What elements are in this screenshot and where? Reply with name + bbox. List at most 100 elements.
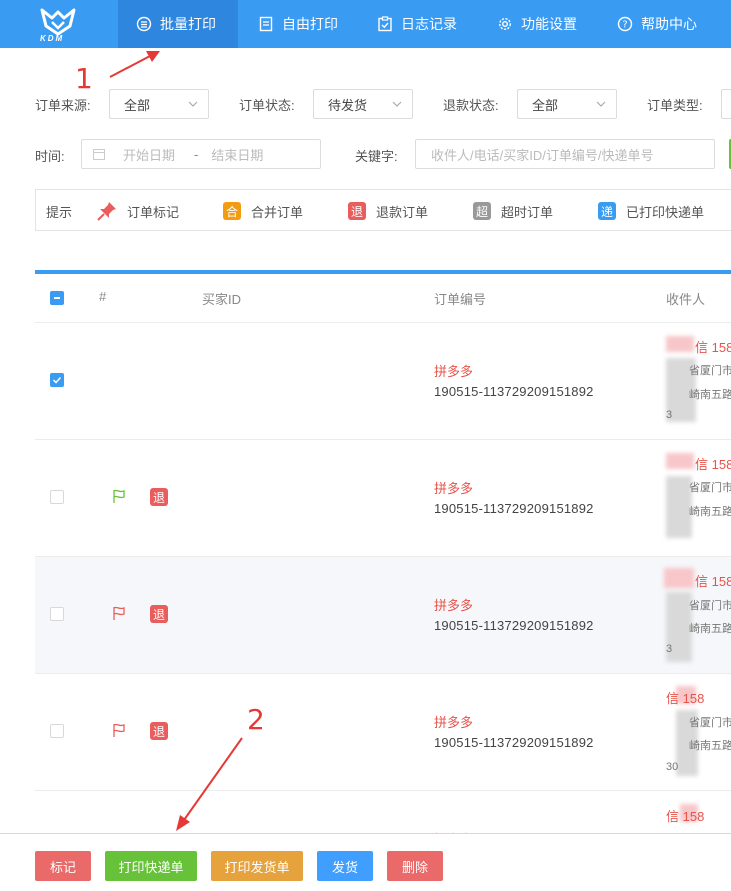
- nav-log-records-label: 日志记录: [401, 16, 457, 32]
- bottom-action-bar: 标记 打印快递单 打印发货单 发货 删除: [0, 833, 731, 891]
- order-platform: 拼多多: [434, 598, 474, 613]
- date-range-input[interactable]: 开始日期 - 结束日期: [81, 139, 321, 169]
- redacted-name: [666, 453, 694, 469]
- chevron-down-icon: [596, 101, 606, 107]
- legend-printed-express: 递 已打印快递单: [598, 190, 704, 232]
- keyword-label: 关键字:: [355, 149, 398, 164]
- pin-icon: [97, 202, 116, 221]
- legend-refund-order: 退 退款订单: [348, 190, 428, 232]
- refund-status-label: 退款状态:: [443, 98, 499, 113]
- legend-merged-order: 合 合并订单: [223, 190, 303, 232]
- nav-free-print-label: 自由打印: [282, 16, 338, 32]
- order-number: 190515-113729209151892: [434, 735, 594, 750]
- annotation-number-2: 2: [247, 703, 265, 736]
- row-checkbox[interactable]: [50, 490, 64, 504]
- mark-button[interactable]: 标记: [35, 851, 91, 881]
- keyword-input[interactable]: 收件人/电话/买家ID/订单编号/快递单号: [415, 139, 715, 169]
- chevron-down-icon: [188, 101, 198, 107]
- receiver-name: 信 158: [666, 809, 705, 824]
- receiver-address-line2: 崎南五路: [689, 506, 731, 518]
- order-number: 190515-113729209151892: [434, 384, 594, 399]
- nav-help-center[interactable]: ? 帮助中心: [617, 0, 697, 48]
- gear-icon: [497, 16, 513, 32]
- order-number: 190515-113729209151892: [434, 501, 594, 516]
- order-source-label: 订单来源:: [35, 98, 91, 113]
- document-icon: [258, 16, 274, 32]
- annotation-arrow-1: [109, 51, 160, 78]
- print-express-button[interactable]: 打印快递单: [105, 851, 197, 881]
- clipboard-check-icon: [377, 16, 393, 32]
- keyword-placeholder: 收件人/电话/买家ID/订单编号/快递单号: [431, 147, 654, 163]
- order-platform: 拼多多: [434, 364, 474, 379]
- receiver-address-line1: 省厦门市: [689, 365, 731, 377]
- receiver-name: 信 158: [695, 574, 731, 589]
- print-invoice-button[interactable]: 打印发货单: [211, 851, 303, 881]
- refund-badge: 退: [150, 605, 168, 623]
- nav-settings[interactable]: 功能设置: [497, 0, 577, 48]
- refund-status-value: 全部: [532, 97, 559, 113]
- redacted-name: [666, 336, 694, 352]
- table-header-row: [35, 274, 731, 323]
- nav-log-records[interactable]: 日志记录: [377, 0, 457, 48]
- order-status-value: 待发货: [328, 97, 368, 113]
- printed-badge: 递: [598, 202, 616, 220]
- timeout-badge: 超: [473, 202, 491, 220]
- time-label: 时间:: [35, 149, 65, 164]
- top-nav-bar: KDM 批量打印 自由打印 日志记录 功能设置 ? 帮助中心: [0, 0, 731, 48]
- flag-icon[interactable]: [111, 722, 127, 738]
- flag-icon[interactable]: [111, 488, 127, 504]
- receiver-name: 信 158: [666, 691, 705, 706]
- help-icon: ?: [617, 16, 633, 32]
- nav-help-center-label: 帮助中心: [641, 16, 697, 32]
- legend-title: 提示: [46, 204, 73, 220]
- table-row[interactable]: [35, 440, 731, 557]
- nav-free-print[interactable]: 自由打印: [258, 0, 338, 48]
- receiver-name: 信 158: [695, 457, 731, 472]
- order-number: 190515-113729209151892: [434, 618, 594, 633]
- nav-batch-print-label: 批量打印: [160, 16, 216, 32]
- receiver-address-line2: 崎南五路: [689, 740, 731, 752]
- flag-icon[interactable]: [111, 605, 127, 621]
- ship-button[interactable]: 发货: [317, 851, 373, 881]
- header-index: #: [99, 289, 107, 304]
- receiver-address-line3: 3: [666, 643, 673, 655]
- logo-text: KDM: [40, 34, 65, 43]
- refund-status-select[interactable]: 全部: [517, 89, 617, 119]
- nav-settings-label: 功能设置: [521, 16, 577, 32]
- date-separator: -: [194, 146, 199, 162]
- order-source-select[interactable]: 全部: [109, 89, 209, 119]
- receiver-address-line1: 省厦门市: [689, 600, 731, 612]
- row-checkbox[interactable]: [50, 724, 64, 738]
- receiver-address-line2: 崎南五路: [689, 623, 731, 635]
- list-icon: [136, 16, 152, 32]
- order-platform: 拼多多: [434, 715, 474, 730]
- calendar-icon: [93, 149, 105, 160]
- legend-bar: 提示 订单标记 合 合并订单 退 退款订单 超 超时订单 递 已打印快递单: [35, 189, 731, 231]
- legend-timeout-order: 超 超时订单: [473, 190, 553, 232]
- chevron-down-icon: [392, 101, 402, 107]
- order-platform: 拼多多: [434, 481, 474, 496]
- table-row[interactable]: [35, 557, 731, 674]
- table-row[interactable]: [35, 674, 731, 791]
- receiver-address-line2: 崎南五路: [689, 389, 731, 401]
- select-all-checkbox[interactable]: [50, 291, 64, 305]
- header-order-no: 订单编号: [434, 292, 487, 307]
- order-status-select[interactable]: 待发货: [313, 89, 413, 119]
- row-checkbox[interactable]: [50, 373, 64, 387]
- receiver-address-line3: 30: [666, 761, 679, 773]
- svg-text:?: ?: [622, 20, 627, 31]
- row-checkbox[interactable]: [50, 607, 64, 621]
- start-date-placeholder: 开始日期: [123, 147, 176, 163]
- table-row[interactable]: [35, 323, 731, 440]
- header-buyer-id: 买家ID: [202, 292, 242, 307]
- order-status-label: 订单状态:: [239, 98, 295, 113]
- delete-button[interactable]: 删除: [387, 851, 443, 881]
- order-type-label: 订单类型:: [647, 98, 703, 113]
- merged-badge: 合: [223, 202, 241, 220]
- legend-order-mark: 订单标记: [96, 190, 179, 232]
- end-date-placeholder: 结束日期: [211, 147, 264, 163]
- nav-batch-print[interactable]: 批量打印: [118, 0, 238, 48]
- header-receiver: 收件人: [666, 292, 706, 307]
- order-type-select[interactable]: [721, 89, 731, 119]
- receiver-address-line3: 3: [666, 409, 673, 421]
